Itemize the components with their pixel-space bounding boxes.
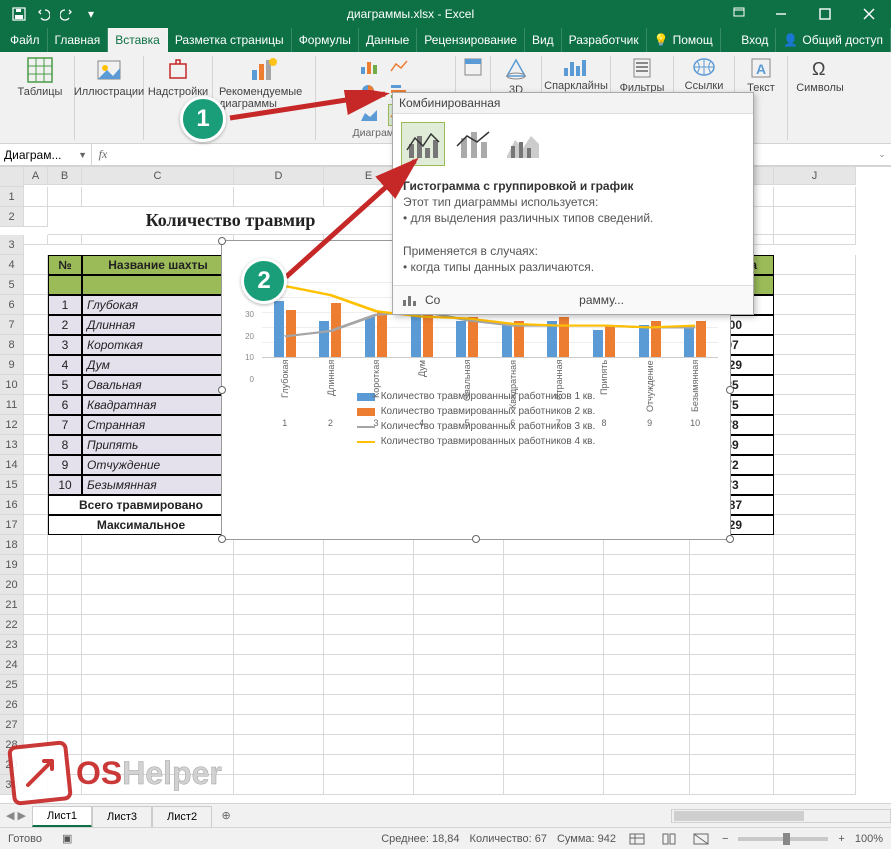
tab-share[interactable]: 👤Общий доступ bbox=[776, 28, 891, 52]
sheet-tab-2[interactable]: Лист3 bbox=[92, 806, 152, 827]
pivot-chart-icon[interactable] bbox=[462, 56, 484, 78]
pie-chart-icon[interactable] bbox=[358, 80, 380, 102]
watermark: OSHelper bbox=[10, 743, 222, 803]
combo-option-area[interactable] bbox=[501, 122, 545, 166]
links-button[interactable]: Ссылки bbox=[680, 56, 728, 92]
view-normal-icon[interactable] bbox=[626, 831, 648, 847]
app-title: диаграммы.xlsx - Excel bbox=[102, 7, 719, 21]
sheet-tab-3[interactable]: Лист2 bbox=[152, 806, 212, 827]
area-chart-icon[interactable] bbox=[358, 104, 380, 126]
chart-handle[interactable] bbox=[218, 237, 226, 245]
callout-2: 2 bbox=[241, 258, 287, 304]
close-icon[interactable] bbox=[847, 0, 891, 28]
status-ready: Готово bbox=[8, 833, 42, 845]
tab-insert[interactable]: Вставка bbox=[108, 28, 168, 52]
save-icon[interactable] bbox=[8, 3, 30, 25]
tab-home[interactable]: Главная bbox=[48, 28, 109, 52]
combo-chart-popup: Комбинированная Гистограмма с группировк… bbox=[392, 92, 754, 315]
watermark-icon bbox=[7, 740, 73, 806]
svg-text:Ω: Ω bbox=[812, 59, 825, 79]
sheet-tabs: ◀ ▶ Лист1 Лист3 Лист2 ⊕ bbox=[0, 803, 891, 827]
tab-tell-me[interactable]: 💡Помощ bbox=[647, 28, 721, 52]
combo-option-stacked[interactable] bbox=[451, 122, 495, 166]
combo-desc-line3: Применяется в случаях: bbox=[403, 244, 538, 258]
text-button[interactable]: AТекст bbox=[741, 56, 781, 94]
combo-desc-title: Гистограмма с группировкой и график bbox=[403, 179, 633, 193]
horizontal-scrollbar[interactable] bbox=[240, 804, 891, 827]
symbols-button[interactable]: ΩСимволы bbox=[794, 56, 846, 94]
tab-data[interactable]: Данные bbox=[359, 28, 417, 52]
tab-signin[interactable]: Вход bbox=[731, 28, 776, 52]
zoom-in-icon[interactable]: + bbox=[838, 833, 844, 845]
combo-popup-title: Комбинированная bbox=[393, 93, 753, 114]
tab-page-layout[interactable]: Разметка страницы bbox=[168, 28, 292, 52]
status-record-macro-icon[interactable]: ▣ bbox=[62, 832, 72, 845]
tab-review[interactable]: Рецензирование bbox=[417, 28, 525, 52]
tab-developer[interactable]: Разработчик bbox=[562, 28, 647, 52]
combo-option-clustered[interactable] bbox=[401, 122, 445, 166]
status-average: Среднее: 18,84 bbox=[381, 833, 459, 845]
ribbon-tabs: Файл Главная Вставка Разметка страницы Ф… bbox=[0, 28, 891, 52]
qat-more-icon[interactable]: ▾ bbox=[80, 3, 102, 25]
addins-button[interactable]: Надстройки bbox=[150, 56, 206, 98]
fx-icon[interactable]: fx bbox=[92, 144, 114, 165]
maximize-icon[interactable] bbox=[803, 0, 847, 28]
tab-view[interactable]: Вид bbox=[525, 28, 562, 52]
sheet-tab-1[interactable]: Лист1 bbox=[32, 806, 92, 827]
zoom-slider[interactable] bbox=[738, 837, 828, 841]
combo-desc-line2: • для выделения различных типов сведений… bbox=[403, 211, 653, 225]
view-page-break-icon[interactable] bbox=[690, 831, 712, 847]
3d-map-button[interactable]: 3D bbox=[497, 56, 535, 96]
chart-handle[interactable] bbox=[218, 535, 226, 543]
callout-1: 1 bbox=[180, 96, 226, 142]
svg-text:A: A bbox=[756, 61, 766, 77]
chart-category-labels: ГлубокаяДлиннаяКороткаяДумОвальнаяКвадра… bbox=[262, 360, 718, 416]
chart-handle[interactable] bbox=[726, 535, 734, 543]
tab-formulas[interactable]: Формулы bbox=[292, 28, 359, 52]
zoom-out-icon[interactable]: − bbox=[722, 833, 728, 845]
chart-handle[interactable] bbox=[472, 535, 480, 543]
status-bar: Готово ▣ Среднее: 18,84 Количество: 67 С… bbox=[0, 827, 891, 849]
expand-formula-bar-icon[interactable]: ⌄ bbox=[873, 144, 891, 165]
combo-desc-line1: Этот тип диаграммы используется: bbox=[403, 195, 598, 209]
undo-icon[interactable] bbox=[32, 3, 54, 25]
new-sheet-button[interactable]: ⊕ bbox=[212, 804, 240, 827]
chart-handle[interactable] bbox=[726, 386, 734, 394]
column-chart-icon[interactable] bbox=[358, 56, 380, 78]
status-sum: Сумма: 942 bbox=[557, 833, 616, 845]
sheet-nav[interactable]: ◀ ▶ bbox=[0, 804, 32, 827]
recommended-charts-button[interactable]: Рекомендуемые диаграммы bbox=[219, 56, 309, 110]
chart-category-nums: 12345678910 bbox=[262, 418, 718, 428]
minimize-icon[interactable] bbox=[759, 0, 803, 28]
name-box[interactable]: Диаграм...▼ bbox=[0, 144, 92, 165]
tables-button[interactable]: Таблицы bbox=[12, 56, 68, 98]
zoom-level[interactable]: 100% bbox=[855, 833, 883, 845]
filters-button[interactable]: Фильтры bbox=[617, 56, 667, 94]
status-count: Количество: 67 bbox=[470, 833, 547, 845]
illustrations-button[interactable]: Иллюстрации bbox=[81, 56, 137, 98]
redo-icon[interactable] bbox=[56, 3, 78, 25]
tab-file[interactable]: Файл bbox=[0, 28, 48, 52]
title-bar: ▾ диаграммы.xlsx - Excel bbox=[0, 0, 891, 28]
chart-handle[interactable] bbox=[218, 386, 226, 394]
ribbon-options-icon[interactable] bbox=[719, 0, 759, 24]
view-page-layout-icon[interactable] bbox=[658, 831, 680, 847]
combo-desc-line4: • когда типы данных различаются. bbox=[403, 260, 594, 274]
sparklines-button[interactable]: Спарклайны bbox=[548, 56, 604, 92]
combo-create-custom[interactable]: Со___________________рамму... bbox=[393, 285, 753, 314]
line-chart-icon[interactable] bbox=[388, 56, 410, 78]
